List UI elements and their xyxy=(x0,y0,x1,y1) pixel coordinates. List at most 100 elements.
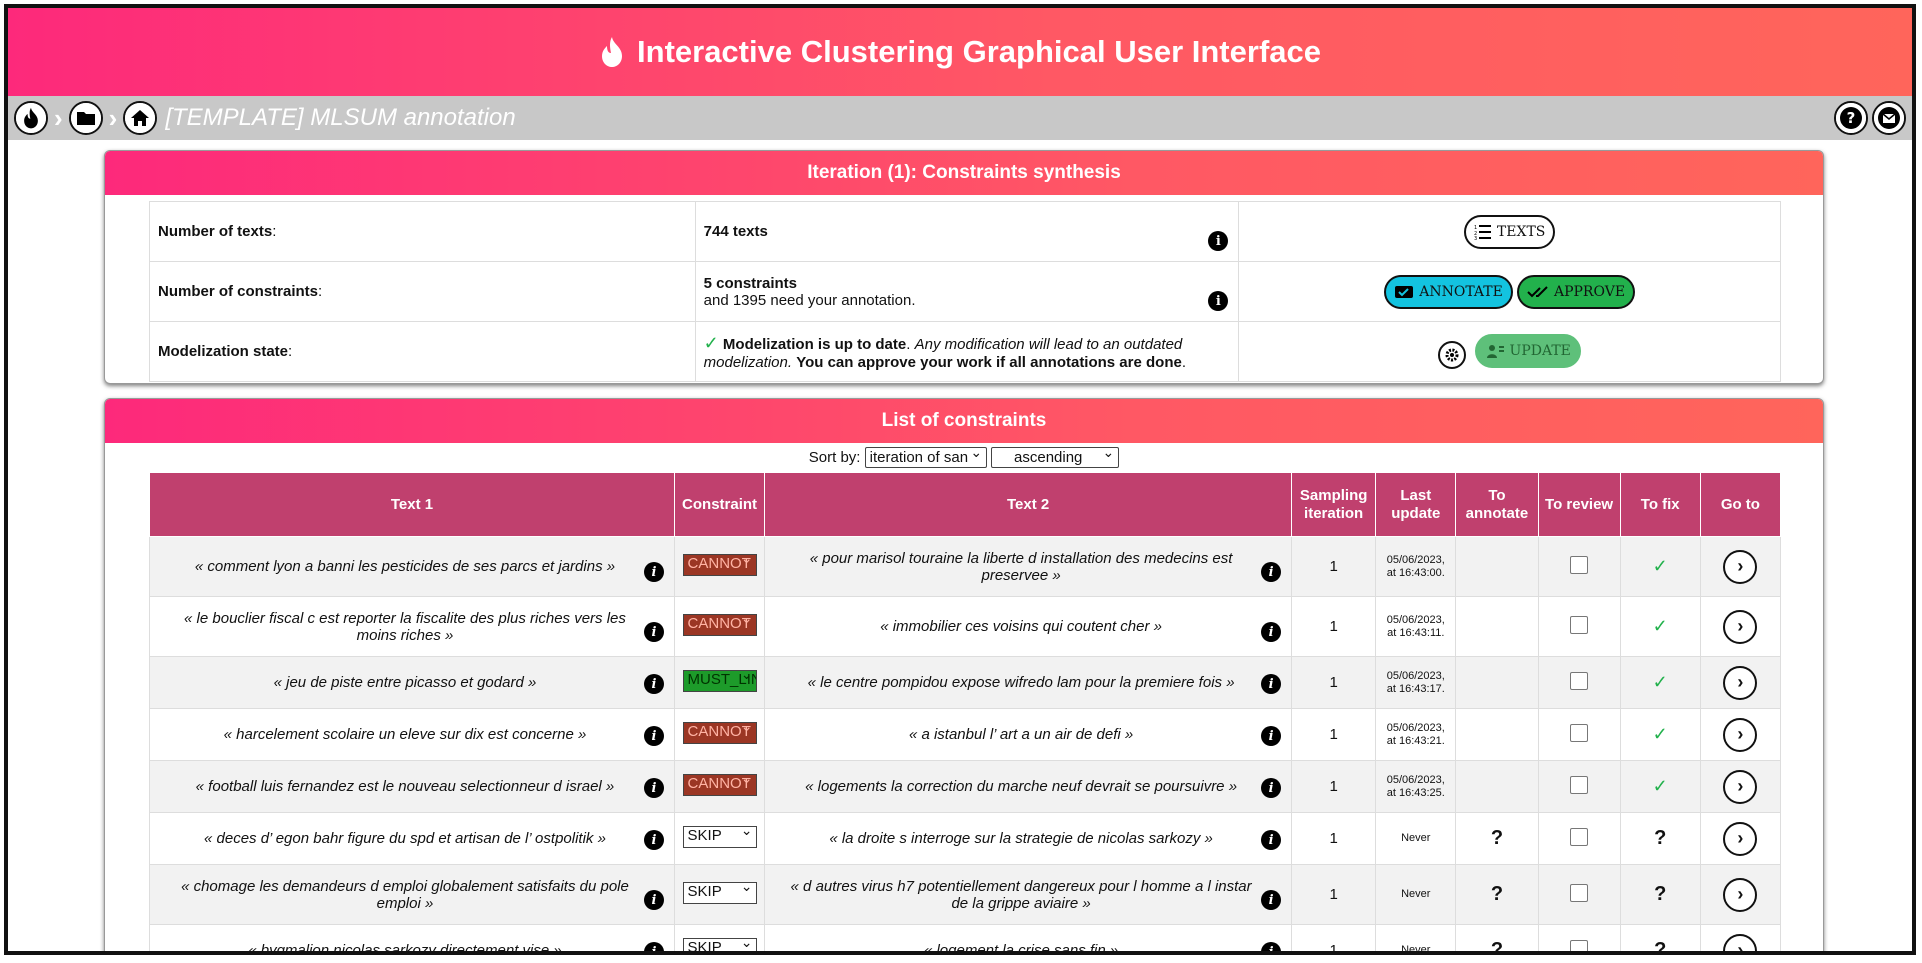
constraint-select[interactable]: CANNOT xyxy=(682,773,757,796)
info-icon[interactable]: i xyxy=(1208,231,1229,251)
to-fix-cell: ? xyxy=(1619,924,1701,951)
header-text1[interactable]: Text 1 xyxy=(149,472,675,537)
chevron-right-icon: › xyxy=(108,102,118,133)
to-annotate-cell xyxy=(1455,656,1539,709)
constraint-select[interactable]: SKIP xyxy=(682,881,757,904)
text2-cell: « pour marisol touraine la liberte d ins… xyxy=(764,536,1293,597)
projects-button[interactable] xyxy=(68,101,103,135)
text2-cell: « immobilier ces voisins qui coutent che… xyxy=(764,596,1293,657)
settings-button[interactable] xyxy=(1438,341,1467,370)
go-to-button[interactable]: › xyxy=(1723,769,1758,804)
header-constraint[interactable]: Constraint xyxy=(673,472,766,537)
text2-cell: « le centre pompidou expose wifredo lam … xyxy=(764,656,1293,709)
to-review-cell xyxy=(1537,708,1621,761)
list-title: List of constraints xyxy=(105,399,1823,443)
go-to-button[interactable]: › xyxy=(1723,665,1758,700)
text1-cell: « deces d’ egon bahr figure du spd et ar… xyxy=(149,812,675,865)
texts-button[interactable]: 123 TEXTS xyxy=(1463,214,1556,249)
sort-field-select[interactable]: iteration of san xyxy=(864,444,988,468)
go-to-cell: › xyxy=(1699,760,1782,813)
go-to-cell: › xyxy=(1699,864,1782,925)
review-checkbox[interactable] xyxy=(1570,775,1589,794)
last-update-cell: Never xyxy=(1375,812,1457,865)
info-icon[interactable]: i xyxy=(643,562,664,582)
go-to-button[interactable]: › xyxy=(1723,609,1758,644)
go-to-button[interactable]: › xyxy=(1723,821,1758,856)
review-checkbox[interactable] xyxy=(1570,615,1589,634)
state-status: Modelization is up to date xyxy=(722,335,907,353)
constraint-select[interactable]: CANNOT xyxy=(682,553,757,576)
iteration-cell: 1 xyxy=(1291,708,1377,761)
info-icon[interactable]: i xyxy=(1261,726,1282,746)
to-fix-cell: ✓ xyxy=(1619,596,1701,657)
go-to-button[interactable]: › xyxy=(1723,933,1758,951)
chevron-right-icon: › xyxy=(54,102,63,133)
sort-order-select[interactable]: ascending xyxy=(991,444,1120,468)
last-update-cell: 05/06/2023, at 16:43:11. xyxy=(1375,596,1457,657)
info-icon[interactable]: i xyxy=(1261,942,1282,951)
to-fix-cell: ? xyxy=(1619,864,1701,925)
gear-icon xyxy=(1445,348,1459,362)
header-to-fix[interactable]: To fix xyxy=(1619,472,1701,537)
go-to-cell: › xyxy=(1699,924,1782,951)
breadcrumb-bar: › › [TEMPLATE] MLSUM annotation ? xyxy=(8,96,1912,140)
info-icon[interactable]: i xyxy=(643,622,664,642)
chevron-right-icon: › xyxy=(1737,724,1744,744)
constraints-actions: ANNOTATE APPROVE xyxy=(1238,261,1781,322)
info-icon[interactable]: i xyxy=(1261,778,1282,798)
to-review-cell xyxy=(1537,596,1621,657)
to-review-cell xyxy=(1537,656,1621,709)
constraint-cell: CANNOT xyxy=(673,708,766,761)
svg-text:?: ? xyxy=(1847,109,1856,127)
constraint-select[interactable]: CANNOT xyxy=(682,613,757,636)
help-button[interactable]: ? xyxy=(1834,101,1868,135)
header-to-review[interactable]: To review xyxy=(1537,472,1621,537)
header-last-update[interactable]: Last update xyxy=(1375,472,1457,537)
info-icon[interactable]: i xyxy=(1261,890,1282,910)
go-to-button[interactable]: › xyxy=(1723,717,1758,752)
chevron-right-icon: › xyxy=(1737,672,1744,692)
review-checkbox[interactable] xyxy=(1570,723,1589,742)
header-go-to[interactable]: Go to xyxy=(1699,472,1782,537)
to-annotate-cell: ? xyxy=(1455,864,1539,925)
info-icon[interactable]: i xyxy=(643,942,664,951)
info-icon[interactable]: i xyxy=(643,890,664,910)
info-icon[interactable]: i xyxy=(643,674,664,694)
info-icon[interactable]: i xyxy=(1261,622,1282,642)
info-icon[interactable]: i xyxy=(643,726,664,746)
constraint-select[interactable]: SKIP xyxy=(682,825,757,848)
info-icon[interactable]: i xyxy=(1208,291,1229,311)
review-checkbox[interactable] xyxy=(1570,671,1589,690)
header-to-annotate[interactable]: To annotate xyxy=(1455,472,1539,537)
info-icon[interactable]: i xyxy=(1261,674,1282,694)
info-icon[interactable]: i xyxy=(643,778,664,798)
home-app-button[interactable] xyxy=(14,101,48,135)
iteration-cell: 1 xyxy=(1291,656,1377,709)
text2-cell: « la droite s interroge sur la strategie… xyxy=(764,812,1293,865)
go-to-button[interactable]: › xyxy=(1723,877,1758,912)
constraint-select[interactable]: MUST_LINK xyxy=(682,669,757,692)
review-checkbox[interactable] xyxy=(1570,555,1589,574)
review-checkbox[interactable] xyxy=(1570,883,1589,902)
review-checkbox[interactable] xyxy=(1570,827,1589,846)
info-icon[interactable]: i xyxy=(1261,830,1282,850)
info-icon[interactable]: i xyxy=(643,830,664,850)
go-to-button[interactable]: › xyxy=(1723,549,1758,584)
review-checkbox[interactable] xyxy=(1570,939,1589,951)
contact-button[interactable] xyxy=(1872,101,1906,135)
update-button[interactable]: UPDATE xyxy=(1474,333,1581,368)
approve-button[interactable]: APPROVE xyxy=(1516,274,1636,309)
nav-actions: ? xyxy=(1834,101,1906,135)
to-fix-cell: ✓ xyxy=(1619,708,1701,761)
header-text2[interactable]: Text 2 xyxy=(764,472,1293,537)
header-sampling[interactable]: Sampling iteration xyxy=(1291,472,1377,537)
table-header: Text 1 Constraint Text 2 Sampling iterat… xyxy=(149,472,1782,537)
constraint-select[interactable]: CANNOT xyxy=(682,721,757,744)
constraint-select[interactable]: SKIP xyxy=(682,937,757,951)
constraints-label: Number of constraints: xyxy=(149,261,696,322)
info-icon[interactable]: i xyxy=(1261,562,1282,582)
project-home-button[interactable] xyxy=(123,101,158,135)
annotate-button[interactable]: ANNOTATE xyxy=(1384,274,1513,309)
to-fix-cell: ✓ xyxy=(1619,656,1701,709)
last-update-cell: 05/06/2023, at 16:43:00. xyxy=(1375,536,1457,597)
